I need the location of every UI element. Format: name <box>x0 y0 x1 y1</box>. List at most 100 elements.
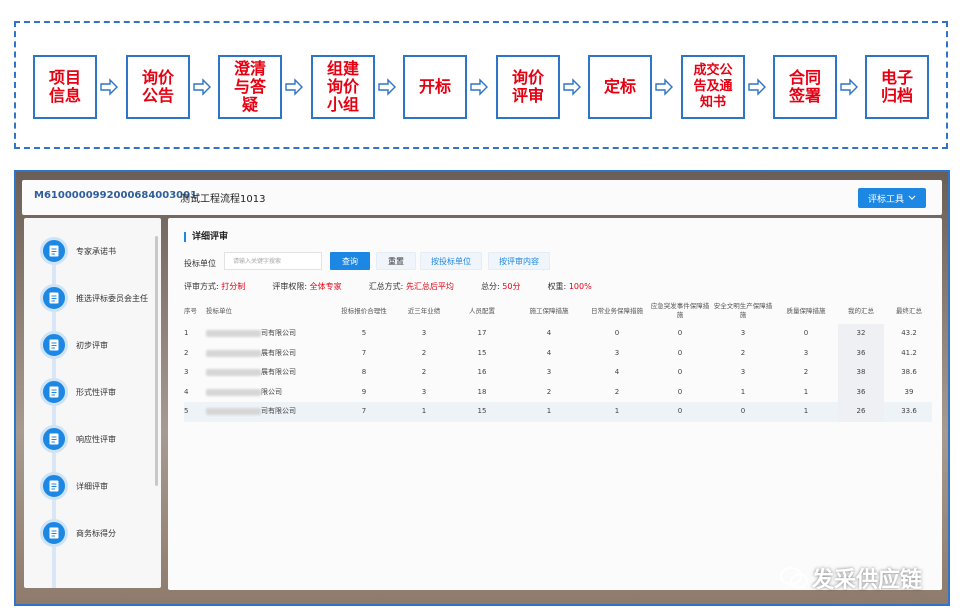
table-row[interactable]: 5 司有限公司 7 1 15 1 1 0 0 1 26 33.6 <box>184 402 932 422</box>
arrow-right-icon <box>378 78 396 96</box>
table-cell: 17 <box>477 329 487 338</box>
sidebar-item[interactable]: 初步评审 <box>40 331 108 359</box>
sidebar-item[interactable]: 专家承诺书 <box>40 237 116 265</box>
arrow-right-icon <box>100 78 118 96</box>
sidebar: 专家承诺书推选评标委员会主任初步评审形式性评审响应性评审详细评审商务标得分 <box>24 218 161 588</box>
table-cell: 36 <box>838 382 884 402</box>
table-cell: 2 <box>546 387 552 396</box>
document-icon <box>40 284 68 312</box>
sidebar-item-label: 推选评标委员会主任 <box>76 293 148 303</box>
redacted-text <box>206 349 261 357</box>
flow-step: 定标 <box>588 55 652 119</box>
table-cell: 展有限公司 <box>206 363 306 383</box>
table-cell: 9 <box>361 387 367 396</box>
column-header: 人员配置 <box>469 306 495 315</box>
table-cell: 3 <box>546 368 552 377</box>
sidebar-item[interactable]: 详细评审 <box>40 472 108 500</box>
arrow-right-icon <box>285 78 303 96</box>
table-cell: 38 <box>838 363 884 383</box>
weight-label: 权重: <box>547 282 567 291</box>
authority-value: 全体专家 <box>309 282 342 291</box>
total-label: 总分: <box>481 282 500 291</box>
sidebar-scrollbar[interactable] <box>155 236 158 486</box>
flow-step: 询价 评审 <box>496 55 560 119</box>
table-row[interactable]: 3 展有限公司 8 2 16 3 4 0 3 2 38 38.6 <box>184 363 932 383</box>
table-cell: 1 <box>421 407 427 416</box>
document-icon <box>40 237 68 265</box>
chevron-down-icon <box>908 195 916 200</box>
query-button[interactable]: 查询 <box>330 252 370 270</box>
table-cell: 3 <box>740 329 746 338</box>
table-cell: 1 <box>803 387 809 396</box>
sidebar-item[interactable]: 形式性评审 <box>40 378 116 406</box>
search-input[interactable] <box>224 252 322 270</box>
flow-step: 询价 公告 <box>126 55 190 119</box>
summary-value: 先汇总后平均 <box>405 282 454 291</box>
document-icon <box>40 331 68 359</box>
table-cell: 1 <box>803 407 809 416</box>
redacted-text <box>206 369 261 377</box>
table-cell: 司有限公司 <box>206 402 306 422</box>
flow-step: 澄清 与答 疑 <box>218 55 282 119</box>
table-cell: 0 <box>677 329 683 338</box>
sidebar-item[interactable]: 响应性评审 <box>40 425 116 453</box>
table-header: 序号 投标单位 投标报价合理性 近三年业绩 人员配置 施工保障措施 日常业务保障措施 应急突发… <box>184 298 932 324</box>
evaluation-tools-button[interactable]: 评标工具 <box>858 188 926 208</box>
table-cell: 7 <box>361 407 367 416</box>
table-cell: 3 <box>803 348 809 357</box>
by-content-button[interactable]: 按评审内容 <box>488 252 550 270</box>
table-cell: 0 <box>677 387 683 396</box>
bidder-name: 展有限公司 <box>261 348 296 357</box>
table-row[interactable]: 4 限公司 9 3 18 2 2 0 1 1 36 39 <box>184 382 932 402</box>
weight-value: 100% <box>568 282 592 291</box>
page-title: 详细评审 <box>184 232 228 242</box>
by-bidder-button[interactable]: 按投标单位 <box>420 252 482 270</box>
table-row[interactable]: 2 展有限公司 7 2 15 4 3 0 2 3 36 41.2 <box>184 343 932 363</box>
column-header: 我的汇总 <box>848 306 874 315</box>
redacted-text <box>206 388 261 396</box>
table-cell: 1 <box>546 407 552 416</box>
table-cell: 1 <box>614 407 620 416</box>
app-header: M6100000992000684003001 测试工程流程1013 评标工具 <box>22 180 942 215</box>
arrow-right-icon <box>655 78 673 96</box>
arrow-right-icon <box>748 78 766 96</box>
flow-step: 合同 签署 <box>773 55 837 119</box>
arrow-right-icon <box>193 78 211 96</box>
total-value: 50分 <box>502 282 521 291</box>
table-cell: 0 <box>677 348 683 357</box>
table-cell: 4 <box>614 368 620 377</box>
table-cell: 32 <box>838 324 884 344</box>
flow-step: 组建 询价 小组 <box>311 55 375 119</box>
table-cell: 0 <box>614 329 620 338</box>
column-header: 近三年业绩 <box>407 306 441 315</box>
table-cell: 0 <box>677 407 683 416</box>
table-cell: 1 <box>184 329 189 338</box>
column-header: 最终汇总 <box>896 306 922 315</box>
arrow-right-icon <box>470 78 488 96</box>
table-row[interactable]: 1 司有限公司 5 3 17 4 0 0 3 0 32 43.2 <box>184 324 932 344</box>
table-cell: 0 <box>803 329 809 338</box>
wechat-icon <box>780 567 808 589</box>
watermark-text: 发采供应链 <box>812 568 923 593</box>
table-cell: 2 <box>421 348 427 357</box>
table-cell: 4 <box>184 387 189 396</box>
sidebar-item[interactable]: 推选评标委员会主任 <box>40 284 148 312</box>
table-cell: 1 <box>740 387 746 396</box>
app-window: M6100000992000684003001 测试工程流程1013 评标工具 … <box>14 170 950 606</box>
table-cell: 26 <box>838 402 884 422</box>
sidebar-item-label: 详细评审 <box>76 481 108 491</box>
table-cell: 8 <box>361 368 367 377</box>
sidebar-item[interactable]: 商务标得分 <box>40 519 116 547</box>
flow-step: 成交公 告及通 知书 <box>681 55 745 119</box>
table-cell: 43.2 <box>901 329 917 338</box>
authority-label: 评审权限: <box>272 282 308 291</box>
reset-button[interactable]: 重置 <box>376 252 416 270</box>
table-cell: 2 <box>803 368 809 377</box>
project-name: 测试工程流程1013 <box>180 194 266 205</box>
bidder-name: 限公司 <box>261 387 282 396</box>
column-header: 日常业务保障措施 <box>591 306 643 315</box>
redacted-text <box>206 330 261 338</box>
project-code: M6100000992000684003001 <box>34 190 198 201</box>
method-value: 打分制 <box>221 282 246 291</box>
table-cell: 38.6 <box>901 368 917 377</box>
